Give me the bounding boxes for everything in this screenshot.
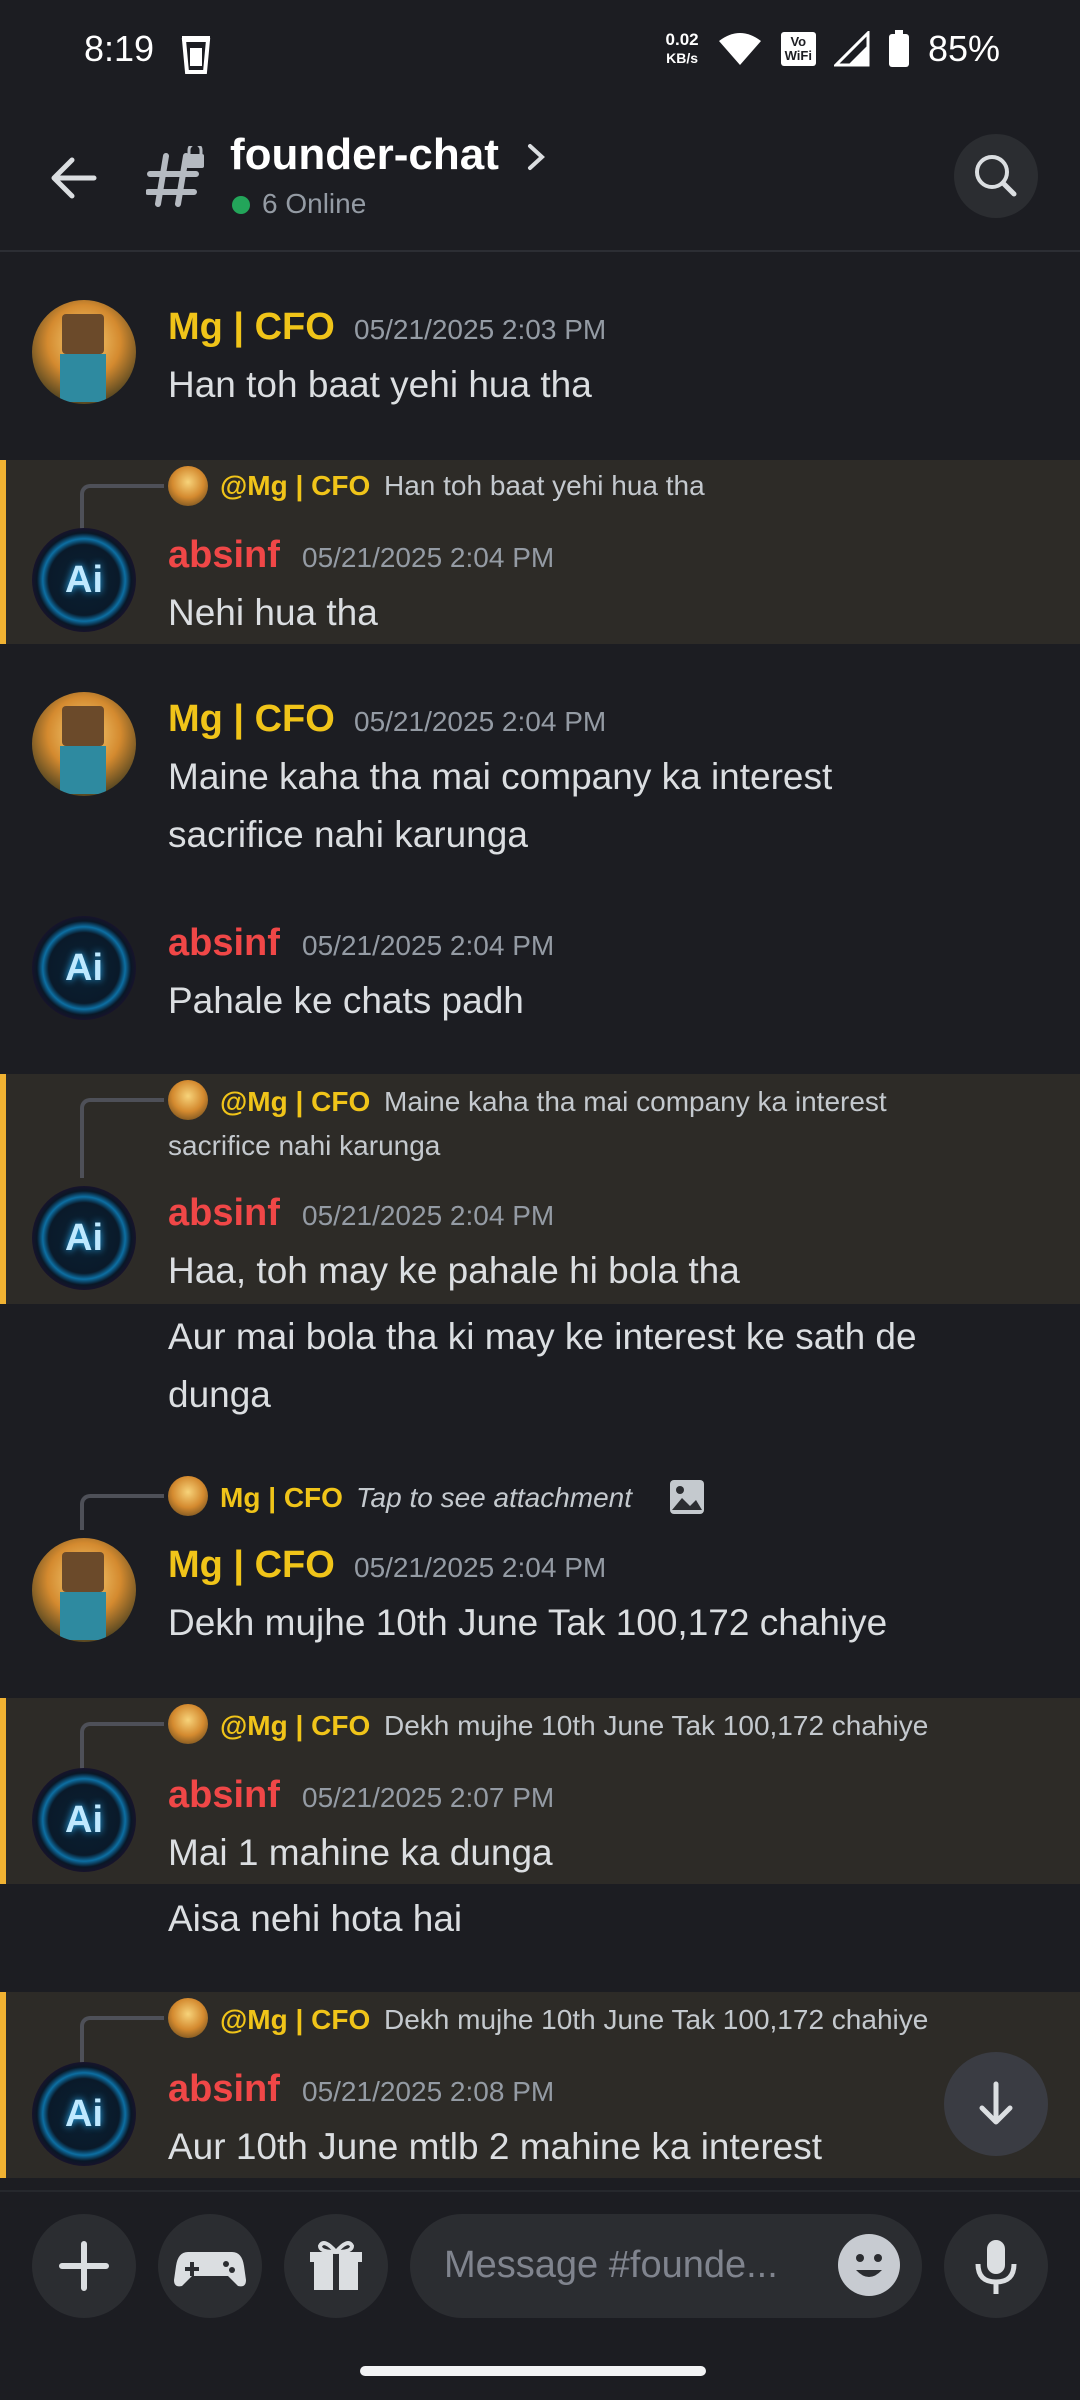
reply-connector <box>80 484 164 534</box>
message-text[interactable]: dunga <box>168 1366 1048 1424</box>
microphone-icon <box>975 2240 1017 2294</box>
reply-connector <box>80 1494 164 1530</box>
message-text[interactable]: sacrifice nahi karunga <box>168 806 1048 864</box>
reply-avatar <box>168 1476 208 1516</box>
reply-connector <box>80 2016 164 2066</box>
status-icons: 0.02 KB/s Vo WiFi 85% <box>666 28 1000 70</box>
reply-preview[interactable]: Tap to see attachment <box>356 1482 632 1514</box>
avatar-mg-cfo[interactable] <box>32 1538 136 1642</box>
reply-avatar <box>168 1704 208 1744</box>
battery-percentage: 85% <box>927 28 1000 69</box>
search-button[interactable] <box>954 134 1038 218</box>
vowifi-icon: Vo WiFi <box>780 32 816 66</box>
message-text[interactable]: Aur mai bola tha ki may ke interest ke s… <box>168 1308 1048 1366</box>
message-text[interactable]: Han toh baat yehi hua tha <box>168 356 1048 414</box>
message-author[interactable]: absinf <box>168 922 280 965</box>
chevron-right-icon[interactable] <box>526 142 546 172</box>
reply-preview[interactable]: Dekh mujhe 10th June Tak 100,172 chahiye <box>384 1710 928 1742</box>
reply-connector <box>80 1098 164 1178</box>
reply-preview[interactable]: Maine kaha tha mai company ka interest <box>384 1086 887 1118</box>
message-text[interactable]: Aur 10th June mtlb 2 mahine ka interest <box>168 2118 1048 2176</box>
reply-connector <box>80 1722 164 1772</box>
status-time: 8:19 <box>84 28 155 69</box>
message-timestamp: 05/21/2025 2:04 PM <box>302 1200 555 1231</box>
reply-author[interactable]: @Mg | CFO <box>220 1086 370 1118</box>
back-arrow-icon[interactable] <box>44 148 104 208</box>
online-count: 6 Online <box>262 188 367 219</box>
reply-author[interactable]: @Mg | CFO <box>220 1710 370 1742</box>
arrow-down-icon <box>979 2081 1013 2125</box>
message-timestamp: 05/21/2025 2:08 PM <box>302 2076 555 2107</box>
message-composer: Message #founde... <box>0 2190 1080 2338</box>
reply-preview[interactable]: Han toh baat yehi hua tha <box>384 470 705 502</box>
channel-hash-lock-icon <box>146 146 210 208</box>
message-text[interactable]: Nehi hua tha <box>168 584 1048 642</box>
message-timestamp: 05/21/2025 2:04 PM <box>354 1552 607 1583</box>
message-timestamp: 05/21/2025 2:04 PM <box>302 930 555 961</box>
channel-name[interactable]: founder-chat <box>230 130 499 180</box>
channel-header: founder-chat 6 Online <box>0 104 1080 252</box>
activities-button[interactable] <box>158 2214 262 2318</box>
avatar-absinf[interactable]: Ai <box>32 2062 136 2166</box>
message-text[interactable]: Aisa nehi hota hai <box>168 1890 1048 1948</box>
reply-avatar <box>168 1998 208 2038</box>
message-timestamp: 05/21/2025 2:03 PM <box>354 314 607 345</box>
online-status-dot <box>232 196 250 214</box>
plus-icon <box>59 2241 109 2291</box>
message-text[interactable]: Mai 1 mahine ka dunga <box>168 1824 1048 1882</box>
avatar-absinf[interactable]: Ai <box>32 1186 136 1290</box>
scroll-to-bottom-button[interactable] <box>944 2052 1048 2156</box>
battery-icon <box>888 30 910 68</box>
trash-icon <box>180 34 212 74</box>
avatar-mg-cfo[interactable] <box>32 692 136 796</box>
reply-avatar <box>168 466 208 506</box>
reply-preview[interactable]: Dekh mujhe 10th June Tak 100,172 chahiye <box>384 2004 928 2036</box>
network-speed: 0.02 KB/s <box>665 30 699 67</box>
message-text[interactable]: Pahale ke chats padh <box>168 972 1048 1030</box>
gift-button[interactable] <box>284 2214 388 2318</box>
message-text[interactable]: Dekh mujhe 10th June Tak 100,172 chahiye <box>168 1594 1048 1652</box>
reply-author[interactable]: Mg | CFO <box>220 1482 343 1514</box>
avatar-mg-cfo[interactable] <box>32 300 136 404</box>
message-text[interactable]: Haa, toh may ke pahale hi bola tha <box>168 1242 1048 1300</box>
status-bar: 8:19 0.02 KB/s Vo WiFi 85% <box>0 0 1080 104</box>
message-author[interactable]: absinf <box>168 2068 280 2111</box>
emoji-button[interactable] <box>838 2234 900 2296</box>
message-author[interactable]: absinf <box>168 1192 280 1235</box>
reply-avatar <box>168 1080 208 1120</box>
message-author[interactable]: absinf <box>168 1774 280 1817</box>
message-timestamp: 05/21/2025 2:07 PM <box>302 1782 555 1813</box>
message-text[interactable]: Maine kaha tha mai company ka interest <box>168 748 1048 806</box>
message-timestamp: 05/21/2025 2:04 PM <box>354 706 607 737</box>
message-author[interactable]: Mg | CFO <box>168 1544 335 1587</box>
avatar-absinf[interactable]: Ai <box>32 528 136 632</box>
avatar-absinf[interactable]: Ai <box>32 1768 136 1872</box>
avatar-absinf[interactable]: Ai <box>32 916 136 1020</box>
message-input[interactable]: Message #founde... <box>410 2214 922 2318</box>
signal-icon <box>833 31 870 67</box>
search-icon <box>975 155 1017 197</box>
reply-author[interactable]: @Mg | CFO <box>220 470 370 502</box>
reply-preview[interactable]: sacrifice nahi karunga <box>168 1130 440 1162</box>
reply-author[interactable]: @Mg | CFO <box>220 2004 370 2036</box>
message-author[interactable]: Mg | CFO <box>168 698 335 741</box>
message-timestamp: 05/21/2025 2:04 PM <box>302 542 555 573</box>
message-author[interactable]: Mg | CFO <box>168 306 335 349</box>
message-author[interactable]: absinf <box>168 534 280 577</box>
gamepad-icon <box>174 2252 246 2287</box>
message-input-placeholder: Message #founde... <box>444 2244 778 2286</box>
emoji-icon <box>856 2254 882 2277</box>
add-attachment-button[interactable] <box>32 2214 136 2318</box>
gift-icon <box>310 2241 362 2290</box>
home-indicator[interactable] <box>360 2366 706 2376</box>
wifi-icon <box>717 31 763 67</box>
voice-message-button[interactable] <box>944 2214 1048 2318</box>
image-icon <box>668 1478 706 1516</box>
